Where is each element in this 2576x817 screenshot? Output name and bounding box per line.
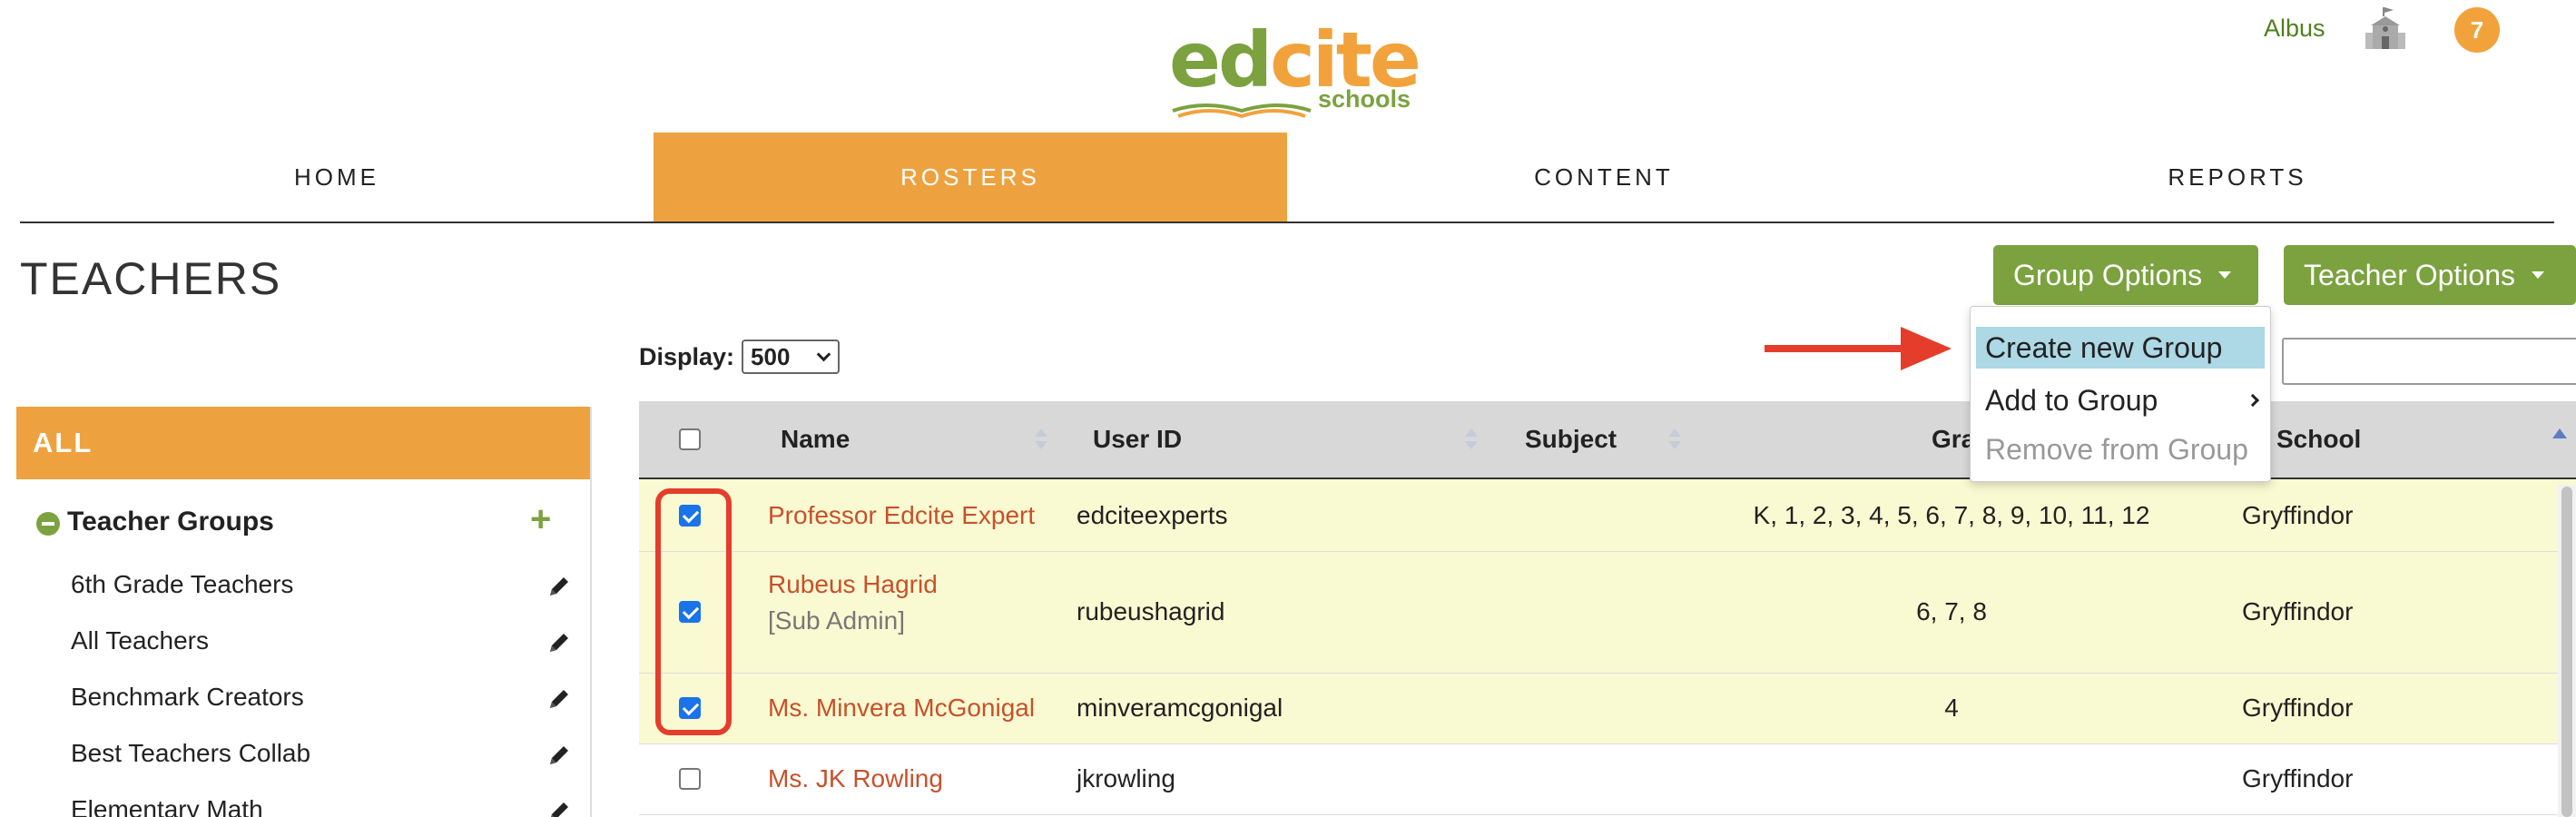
group-label: Elementary Math	[71, 795, 263, 817]
menu-item-add-to-group[interactable]: Add to Group	[1971, 376, 2270, 425]
user-id: minveramcgonigal	[1077, 694, 1283, 722]
annotation-arrow-icon	[1765, 327, 1952, 370]
table-scrollbar[interactable]	[2558, 485, 2576, 817]
row-checkbox[interactable]	[679, 768, 701, 790]
table-header: Name User ID Subject Gra School	[639, 401, 2576, 479]
chevron-down-icon	[816, 347, 831, 362]
display-label: Display:	[639, 342, 735, 370]
annotation-checkbox-highlight	[655, 488, 732, 735]
menu-item-create-new-group[interactable]: Create new Group	[1976, 327, 2265, 369]
col-header-school[interactable]: School	[2276, 425, 2361, 454]
caret-down-icon	[2532, 271, 2545, 279]
scrollbar-thumb[interactable]	[2561, 487, 2572, 817]
grades: 4	[1944, 694, 1959, 722]
teacher-groups-header: Teacher Groups +	[16, 479, 590, 561]
group-options-menu: Create new Group Add to Group Remove fro…	[1970, 306, 2271, 482]
sidebar-group-item[interactable]: 6th Grade Teachers	[16, 561, 590, 617]
sidebar-group-item[interactable]: Benchmark Creators	[16, 674, 590, 730]
pencil-edit-icon[interactable]	[545, 684, 574, 714]
user-name[interactable]: Albus	[2264, 15, 2325, 43]
sort-icon[interactable]	[1668, 428, 1681, 452]
group-options-button[interactable]: Group Options	[1993, 245, 2258, 305]
teacher-options-label: Teacher Options	[2304, 258, 2516, 291]
main-nav: HOME ROSTERS CONTENT REPORTS	[20, 133, 2554, 223]
pencil-edit-icon[interactable]	[545, 741, 574, 770]
user-id: rubeushagrid	[1077, 597, 1225, 625]
nav-rosters[interactable]: ROSTERS	[654, 133, 1287, 221]
teacher-name-link[interactable]: Rubeus Hagrid	[768, 570, 938, 599]
sort-icon[interactable]	[1035, 428, 1047, 452]
chevron-right-icon	[2246, 393, 2260, 408]
sort-icon[interactable]	[1465, 428, 1478, 452]
logo-book-icon	[1172, 103, 1312, 119]
role-tag: [Sub Admin]	[768, 606, 905, 635]
menu-item-label: Add to Group	[1985, 384, 2158, 417]
user-id: jkrowling	[1077, 764, 1175, 792]
edcite-logo[interactable]: edcite schools	[1169, 15, 1421, 119]
col-header-user-id[interactable]: User ID	[1093, 425, 1182, 454]
teacher-name-link[interactable]: Professor Edcite Expert	[768, 501, 1035, 530]
notification-badge[interactable]: 7	[2454, 7, 2500, 53]
sidebar-all[interactable]: ALL	[16, 407, 590, 479]
teacher-options-button[interactable]: Teacher Options	[2284, 245, 2576, 305]
group-options-label: Group Options	[2013, 258, 2203, 291]
table-row[interactable]: Ms. Minvera McGonigal minveramcgonigal 4…	[639, 674, 2576, 744]
col-header-subject[interactable]: Subject	[1525, 425, 1617, 454]
school: Gryffindor	[2242, 501, 2354, 529]
collapse-minus-icon[interactable]	[36, 512, 60, 536]
pencil-edit-icon[interactable]	[545, 572, 574, 601]
display-control: Display: 500	[639, 340, 841, 374]
nav-content[interactable]: CONTENT	[1287, 133, 1921, 221]
menu-item-remove-from-group: Remove from Group	[1985, 433, 2248, 466]
pencil-edit-icon[interactable]	[545, 797, 574, 817]
sidebar-group-item[interactable]: Elementary Math	[16, 786, 590, 817]
sidebar-group-item[interactable]: Best Teachers Collab	[16, 730, 590, 786]
user-id: edciteexperts	[1077, 501, 1228, 529]
teacher-name-link[interactable]: Ms. JK Rowling	[768, 764, 943, 793]
logo-subtitle: schools	[1318, 85, 1411, 113]
add-group-plus-icon[interactable]: +	[530, 501, 551, 537]
search-input[interactable]	[2282, 338, 2576, 385]
grades: 6, 7, 8	[1916, 597, 1987, 625]
select-all-checkbox[interactable]	[679, 428, 701, 450]
nav-reports[interactable]: REPORTS	[1921, 133, 2554, 221]
teachers-table: Name User ID Subject Gra School Professo…	[639, 401, 2576, 815]
school: Gryffindor	[2242, 597, 2354, 625]
page-title: TEACHERS	[20, 253, 282, 304]
group-label: All Teachers	[71, 626, 210, 655]
table-row[interactable]: Rubeus Hagrid [Sub Admin] rubeushagrid 6…	[639, 552, 2576, 674]
school-building-icon[interactable]	[2364, 5, 2407, 53]
school: Gryffindor	[2242, 694, 2354, 722]
col-header-grades[interactable]: Gra	[1932, 425, 1975, 454]
logo-word-ed: ed	[1169, 15, 1273, 104]
group-label: Best Teachers Collab	[71, 739, 311, 767]
teacher-groups-label[interactable]: Teacher Groups	[67, 507, 274, 537]
nav-home[interactable]: HOME	[20, 133, 654, 221]
table-row[interactable]: Ms. JK Rowling jkrowling Gryffindor	[639, 744, 2576, 815]
group-label: 6th Grade Teachers	[71, 570, 294, 598]
school: Gryffindor	[2242, 764, 2354, 792]
sidebar-group-item[interactable]: All Teachers	[16, 617, 590, 674]
table-row[interactable]: Professor Edcite Expert edciteexperts K,…	[639, 479, 2576, 552]
sidebar: ALL Teacher Groups + 6th Grade Teachers …	[16, 407, 592, 817]
teacher-name-link[interactable]: Ms. Minvera McGonigal	[768, 694, 1035, 723]
sort-ascending-icon[interactable]	[2552, 428, 2567, 438]
grades: K, 1, 2, 3, 4, 5, 6, 7, 8, 9, 10, 11, 12	[1753, 501, 2150, 529]
display-count-select[interactable]: 500	[742, 340, 841, 374]
col-header-name[interactable]: Name	[781, 425, 850, 454]
group-label: Benchmark Creators	[71, 683, 304, 711]
pencil-edit-icon[interactable]	[545, 628, 574, 657]
display-count-value: 500	[751, 343, 791, 370]
caret-down-icon	[2218, 271, 2232, 279]
